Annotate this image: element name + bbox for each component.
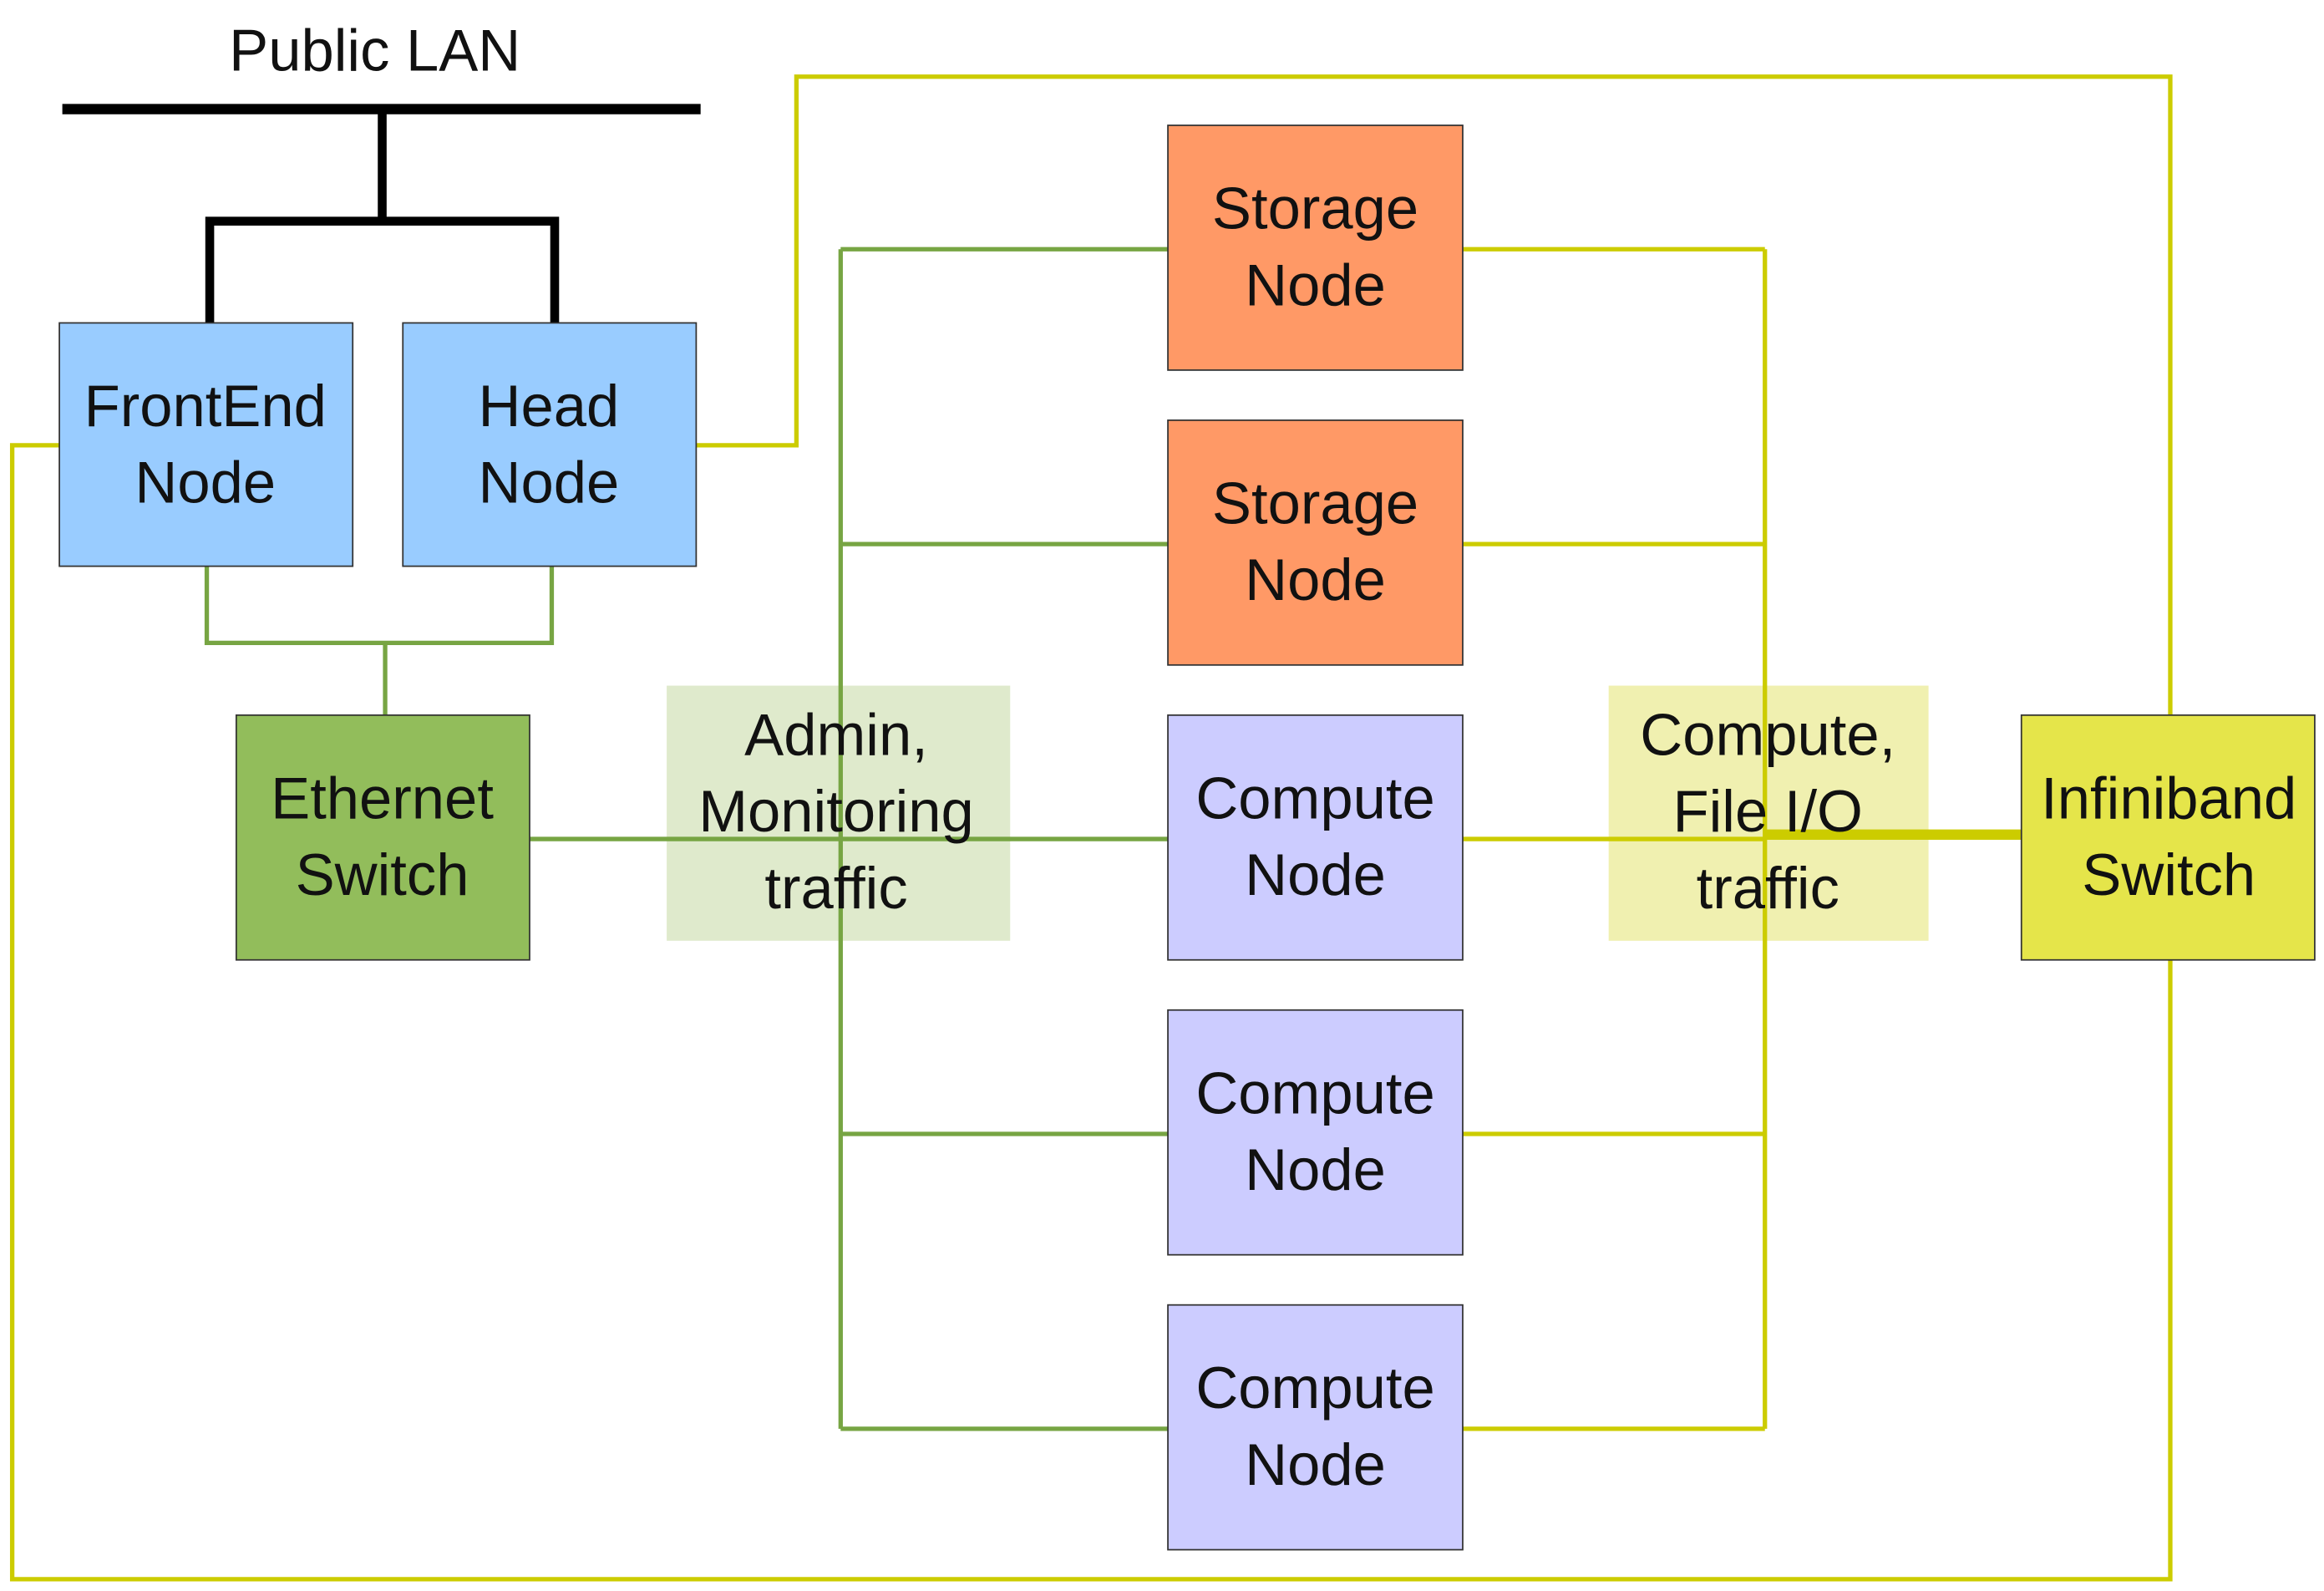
node-label-line1: Storage (1212, 470, 1418, 536)
node-head[interactable]: Head Node (402, 322, 698, 567)
node-label-line2: Switch (2082, 841, 2255, 907)
compute-label-line1: Compute, (1640, 701, 1895, 767)
node-label-line2: Node (1245, 546, 1386, 613)
node-storage-2[interactable]: Storage Node (1167, 419, 1464, 666)
node-label-line1: FrontEnd (84, 373, 327, 439)
node-ethernet-switch[interactable]: Ethernet Switch (235, 714, 530, 961)
lan-branch (205, 216, 560, 323)
node-label-line2: Node (1245, 1431, 1386, 1497)
admin-label-line2: Monitoring (698, 778, 974, 844)
node-compute-1[interactable]: Compute Node (1167, 714, 1464, 961)
node-label-line1: Compute (1195, 1355, 1434, 1421)
node-label-line2: Switch (296, 841, 469, 907)
node-label-line1: Compute (1195, 1060, 1434, 1126)
frontend-head-ethernet-link (204, 566, 555, 646)
node-label-line2: Node (134, 450, 276, 516)
public-lan-title: Public LAN (229, 18, 520, 84)
compute-label-line2: File I/O (1673, 778, 1863, 844)
public-lan-links (62, 104, 701, 323)
node-label-line2: Node (1245, 1136, 1386, 1202)
compute-label-line3: traffic (1697, 855, 1839, 921)
node-compute-3[interactable]: Compute Node (1167, 1304, 1464, 1551)
admin-label-line3: traffic (764, 855, 907, 921)
node-infiniband-switch[interactable]: Infiniband Switch (2020, 714, 2316, 961)
node-frontend[interactable]: FrontEnd Node (58, 322, 354, 567)
cluster-network-diagram: FrontEnd Node Head Node Ethernet Switch … (9, 18, 2316, 1582)
node-label-line1: Head (479, 373, 620, 439)
node-label-line2: Node (479, 450, 620, 516)
node-label-line2: Node (1245, 252, 1386, 318)
node-storage-1[interactable]: Storage Node (1167, 125, 1464, 371)
admin-label-line1: Admin, (744, 701, 928, 767)
node-label-line2: Node (1245, 841, 1386, 907)
infiniband-link-frontend (9, 443, 2173, 1582)
node-label-line1: Compute (1195, 765, 1434, 831)
node-label-line1: Ethernet (271, 765, 494, 831)
node-compute-2[interactable]: Compute Node (1167, 1009, 1464, 1256)
node-label-line1: Infiniband (2041, 765, 2296, 831)
node-label-line1: Storage (1212, 175, 1418, 241)
